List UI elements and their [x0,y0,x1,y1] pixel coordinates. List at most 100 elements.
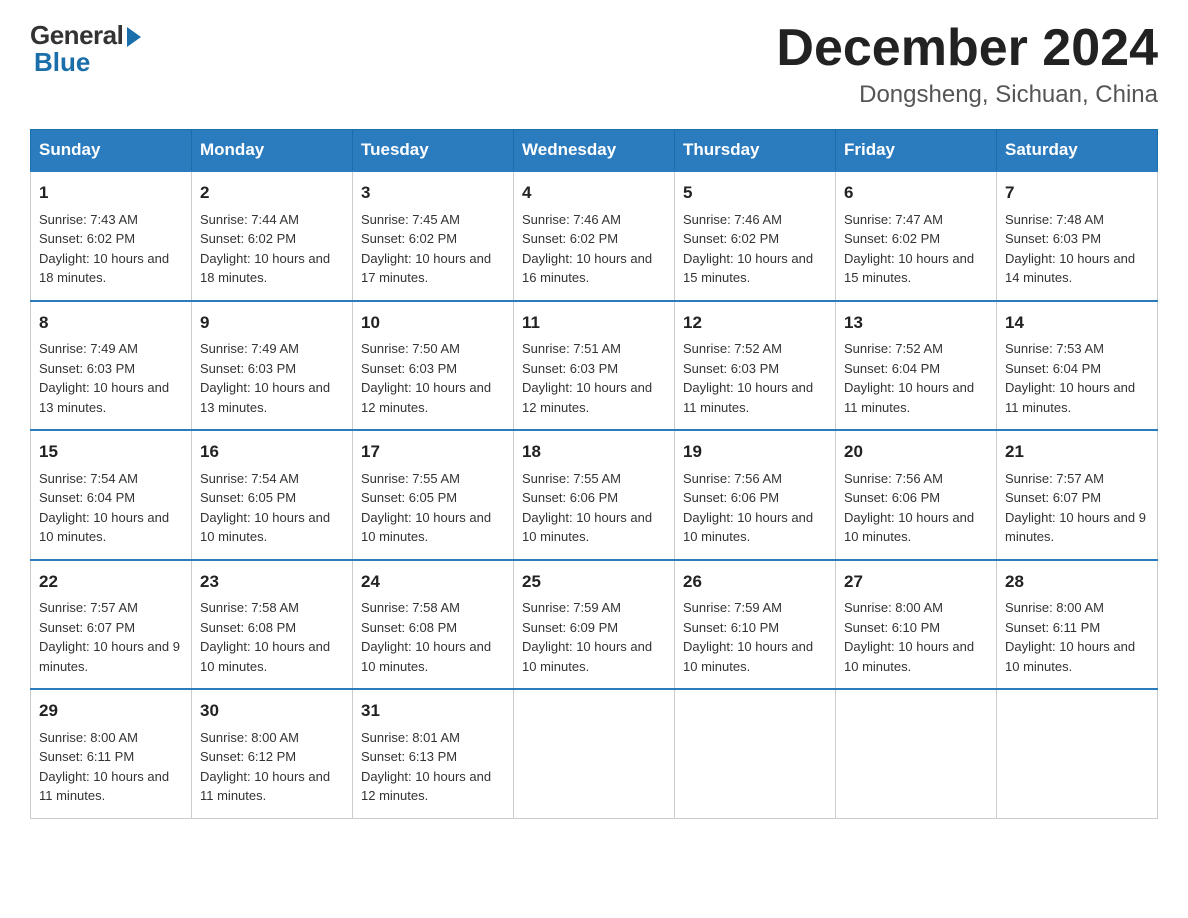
day-info: Sunrise: 7:57 AMSunset: 6:07 PMDaylight:… [1005,471,1146,545]
month-title: December 2024 [776,20,1158,77]
day-number: 9 [200,310,344,336]
day-number: 27 [844,569,988,595]
calendar-cell: 18 Sunrise: 7:55 AMSunset: 6:06 PMDaylig… [514,430,675,560]
day-number: 29 [39,698,183,724]
day-info: Sunrise: 7:50 AMSunset: 6:03 PMDaylight:… [361,341,491,415]
day-number: 4 [522,180,666,206]
week-row-4: 22 Sunrise: 7:57 AMSunset: 6:07 PMDaylig… [31,560,1158,690]
calendar-cell: 8 Sunrise: 7:49 AMSunset: 6:03 PMDayligh… [31,301,192,431]
day-number: 16 [200,439,344,465]
day-number: 14 [1005,310,1149,336]
day-number: 1 [39,180,183,206]
day-info: Sunrise: 7:56 AMSunset: 6:06 PMDaylight:… [844,471,974,545]
day-info: Sunrise: 7:47 AMSunset: 6:02 PMDaylight:… [844,212,974,286]
day-number: 15 [39,439,183,465]
day-header-sunday: Sunday [31,130,192,172]
day-number: 28 [1005,569,1149,595]
day-info: Sunrise: 7:56 AMSunset: 6:06 PMDaylight:… [683,471,813,545]
calendar-cell: 1 Sunrise: 7:43 AMSunset: 6:02 PMDayligh… [31,171,192,301]
day-number: 19 [683,439,827,465]
calendar-cell: 31 Sunrise: 8:01 AMSunset: 6:13 PMDaylig… [353,689,514,818]
day-info: Sunrise: 7:59 AMSunset: 6:10 PMDaylight:… [683,600,813,674]
day-number: 7 [1005,180,1149,206]
day-info: Sunrise: 7:52 AMSunset: 6:03 PMDaylight:… [683,341,813,415]
location-subtitle: Dongsheng, Sichuan, China [776,81,1158,109]
day-number: 23 [200,569,344,595]
calendar-cell: 2 Sunrise: 7:44 AMSunset: 6:02 PMDayligh… [192,171,353,301]
day-header-wednesday: Wednesday [514,130,675,172]
logo-triangle-icon [127,27,141,47]
calendar-cell: 23 Sunrise: 7:58 AMSunset: 6:08 PMDaylig… [192,560,353,690]
day-number: 12 [683,310,827,336]
calendar-header-row: SundayMondayTuesdayWednesdayThursdayFrid… [31,130,1158,172]
day-info: Sunrise: 7:53 AMSunset: 6:04 PMDaylight:… [1005,341,1135,415]
calendar-cell: 9 Sunrise: 7:49 AMSunset: 6:03 PMDayligh… [192,301,353,431]
calendar-cell: 15 Sunrise: 7:54 AMSunset: 6:04 PMDaylig… [31,430,192,560]
calendar-cell: 5 Sunrise: 7:46 AMSunset: 6:02 PMDayligh… [675,171,836,301]
day-number: 21 [1005,439,1149,465]
calendar-cell: 25 Sunrise: 7:59 AMSunset: 6:09 PMDaylig… [514,560,675,690]
day-number: 8 [39,310,183,336]
calendar-cell: 13 Sunrise: 7:52 AMSunset: 6:04 PMDaylig… [836,301,997,431]
calendar-cell: 3 Sunrise: 7:45 AMSunset: 6:02 PMDayligh… [353,171,514,301]
day-info: Sunrise: 7:48 AMSunset: 6:03 PMDaylight:… [1005,212,1135,286]
calendar-cell: 10 Sunrise: 7:50 AMSunset: 6:03 PMDaylig… [353,301,514,431]
day-header-friday: Friday [836,130,997,172]
day-info: Sunrise: 7:58 AMSunset: 6:08 PMDaylight:… [361,600,491,674]
calendar-cell: 17 Sunrise: 7:55 AMSunset: 6:05 PMDaylig… [353,430,514,560]
day-info: Sunrise: 7:51 AMSunset: 6:03 PMDaylight:… [522,341,652,415]
day-info: Sunrise: 7:43 AMSunset: 6:02 PMDaylight:… [39,212,169,286]
day-info: Sunrise: 8:01 AMSunset: 6:13 PMDaylight:… [361,730,491,804]
calendar-cell [514,689,675,818]
calendar-cell: 30 Sunrise: 8:00 AMSunset: 6:12 PMDaylig… [192,689,353,818]
calendar-cell: 26 Sunrise: 7:59 AMSunset: 6:10 PMDaylig… [675,560,836,690]
calendar-cell: 27 Sunrise: 8:00 AMSunset: 6:10 PMDaylig… [836,560,997,690]
calendar-table: SundayMondayTuesdayWednesdayThursdayFrid… [30,129,1158,819]
calendar-cell: 24 Sunrise: 7:58 AMSunset: 6:08 PMDaylig… [353,560,514,690]
day-number: 10 [361,310,505,336]
day-info: Sunrise: 7:55 AMSunset: 6:06 PMDaylight:… [522,471,652,545]
title-area: December 2024 Dongsheng, Sichuan, China [776,20,1158,109]
calendar-cell: 6 Sunrise: 7:47 AMSunset: 6:02 PMDayligh… [836,171,997,301]
day-number: 6 [844,180,988,206]
calendar-cell [997,689,1158,818]
calendar-cell: 20 Sunrise: 7:56 AMSunset: 6:06 PMDaylig… [836,430,997,560]
calendar-cell: 19 Sunrise: 7:56 AMSunset: 6:06 PMDaylig… [675,430,836,560]
day-number: 13 [844,310,988,336]
day-header-saturday: Saturday [997,130,1158,172]
calendar-cell: 4 Sunrise: 7:46 AMSunset: 6:02 PMDayligh… [514,171,675,301]
calendar-cell: 16 Sunrise: 7:54 AMSunset: 6:05 PMDaylig… [192,430,353,560]
day-number: 22 [39,569,183,595]
day-info: Sunrise: 7:49 AMSunset: 6:03 PMDaylight:… [200,341,330,415]
logo: General Blue [30,20,141,78]
calendar-cell: 11 Sunrise: 7:51 AMSunset: 6:03 PMDaylig… [514,301,675,431]
day-info: Sunrise: 7:58 AMSunset: 6:08 PMDaylight:… [200,600,330,674]
page-header: General Blue December 2024 Dongsheng, Si… [30,20,1158,109]
calendar-cell [675,689,836,818]
calendar-cell: 14 Sunrise: 7:53 AMSunset: 6:04 PMDaylig… [997,301,1158,431]
day-info: Sunrise: 7:46 AMSunset: 6:02 PMDaylight:… [683,212,813,286]
day-number: 17 [361,439,505,465]
day-number: 30 [200,698,344,724]
calendar-cell: 29 Sunrise: 8:00 AMSunset: 6:11 PMDaylig… [31,689,192,818]
day-info: Sunrise: 7:46 AMSunset: 6:02 PMDaylight:… [522,212,652,286]
day-number: 20 [844,439,988,465]
day-info: Sunrise: 7:54 AMSunset: 6:05 PMDaylight:… [200,471,330,545]
day-info: Sunrise: 7:59 AMSunset: 6:09 PMDaylight:… [522,600,652,674]
day-info: Sunrise: 8:00 AMSunset: 6:10 PMDaylight:… [844,600,974,674]
calendar-cell: 7 Sunrise: 7:48 AMSunset: 6:03 PMDayligh… [997,171,1158,301]
day-number: 26 [683,569,827,595]
day-header-monday: Monday [192,130,353,172]
day-info: Sunrise: 8:00 AMSunset: 6:12 PMDaylight:… [200,730,330,804]
calendar-cell: 21 Sunrise: 7:57 AMSunset: 6:07 PMDaylig… [997,430,1158,560]
calendar-cell [836,689,997,818]
day-number: 25 [522,569,666,595]
day-number: 24 [361,569,505,595]
day-header-tuesday: Tuesday [353,130,514,172]
day-info: Sunrise: 7:55 AMSunset: 6:05 PMDaylight:… [361,471,491,545]
day-header-thursday: Thursday [675,130,836,172]
calendar-cell: 28 Sunrise: 8:00 AMSunset: 6:11 PMDaylig… [997,560,1158,690]
day-info: Sunrise: 8:00 AMSunset: 6:11 PMDaylight:… [39,730,169,804]
day-info: Sunrise: 7:44 AMSunset: 6:02 PMDaylight:… [200,212,330,286]
day-number: 2 [200,180,344,206]
